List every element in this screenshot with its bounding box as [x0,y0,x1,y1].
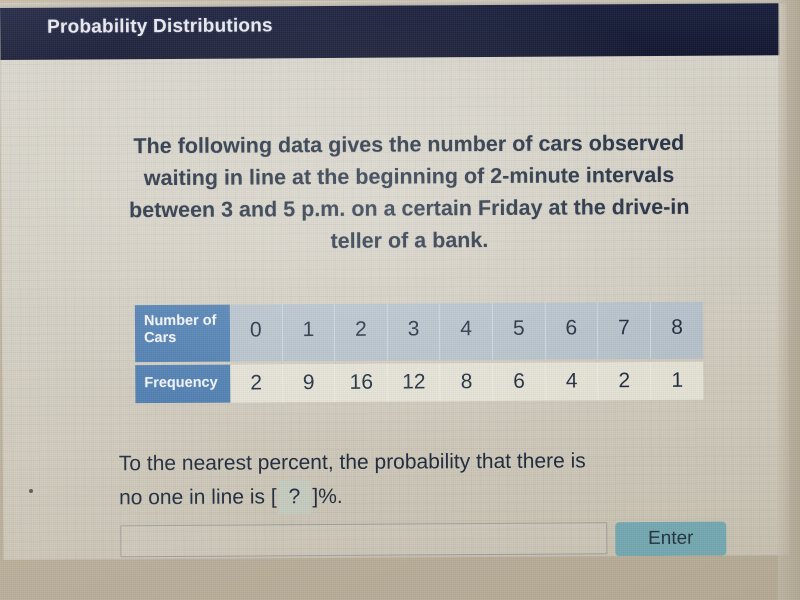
cell-cars-7: 7 [597,302,651,360]
question-line-1: To the nearest percent, the probability … [118,449,586,476]
question-text: To the nearest percent, the probability … [119,443,739,515]
cell-cars-4: 4 [440,302,494,361]
question-line-2-prefix: no one in line is [ [118,485,277,510]
cell-freq-6: 4 [545,362,599,401]
problem-statement: The following data gives the number of c… [129,130,690,253]
screen-area: Probability Distributions The following … [0,0,790,560]
answer-blank-placeholder: ? [277,480,312,515]
photo-of-screen: Probability Distributions The following … [0,0,800,600]
cell-freq-3: 12 [387,363,441,402]
row-header-number-of-cars: Number of Cars [134,304,231,363]
answer-input[interactable] [120,522,608,558]
cell-cars-3: 3 [387,303,441,361]
row-header-frequency: Frequency [135,364,231,404]
cell-cars-6: 6 [545,302,599,360]
cell-cars-5: 5 [492,302,546,360]
cell-freq-7: 2 [598,362,652,401]
enter-button[interactable]: Enter [615,521,727,557]
cell-cars-1: 1 [282,303,336,362]
cell-cars-2: 2 [335,303,388,361]
cell-cars-8: 8 [650,301,704,360]
dust-speck [29,489,33,493]
frequency-distribution-table: Number of Cars 0 1 2 3 4 5 6 7 8 Frequen… [134,301,706,404]
cell-freq-2: 16 [335,363,389,402]
photo-right-edge [778,0,800,600]
cell-freq-1: 9 [282,363,336,403]
app-header-bar: Probability Distributions [0,3,780,60]
page-title: Probability Distributions [47,15,273,38]
cell-freq-0: 2 [230,364,284,403]
lesson-content: The following data gives the number of c… [0,55,789,560]
cell-cars-0: 0 [229,304,283,362]
cell-freq-5: 6 [493,362,547,401]
table-row-number-of-cars: Number of Cars 0 1 2 3 4 5 6 7 8 [134,301,705,363]
cell-freq-4: 8 [440,362,494,402]
question-line-2-suffix: ]%. [312,484,343,509]
cell-freq-8: 1 [650,361,704,401]
table-row-frequency: Frequency 2 9 16 12 8 6 4 2 1 [135,361,705,404]
